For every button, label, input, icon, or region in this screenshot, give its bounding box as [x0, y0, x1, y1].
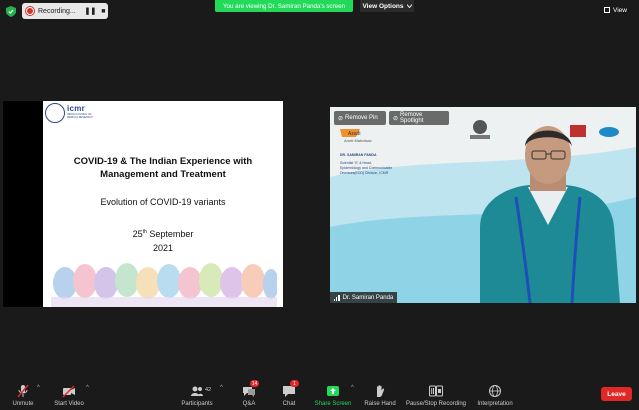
shared-screen: icmr INDIAN COUNCIL OF MEDICAL RESEARCH …: [3, 101, 283, 307]
participants-icon: 42: [190, 384, 211, 398]
remove-spotlight-button[interactable]: ⊘ Remove Spotlight: [389, 111, 449, 125]
chat-icon: 1: [282, 380, 299, 398]
view-options-button[interactable]: View Options: [360, 0, 414, 12]
view-button[interactable]: View: [604, 4, 634, 16]
screen-share-banner: You are viewing Dr. Samiran Panda's scre…: [215, 0, 353, 12]
slide-date: 25th September 2021: [43, 228, 283, 255]
qa-badge: 14: [250, 380, 259, 387]
spotlight-icon: ⊘: [393, 115, 399, 122]
qa-label: Q&A: [242, 401, 256, 407]
slide-title-line1: COVID-19 & The Indian Experience with: [73, 156, 253, 167]
qa-button[interactable]: 14 Q&A: [236, 378, 262, 410]
remove-spotlight-label: Remove Spotlight: [400, 112, 424, 124]
remove-pin-label: Remove Pin: [345, 115, 378, 121]
start-video-label: Start Video: [54, 401, 84, 407]
view-options-label: View Options: [362, 2, 404, 10]
participants-button[interactable]: 42 Participants: [178, 378, 216, 410]
recording-controls: ❚❚ ■: [82, 3, 108, 19]
slide-subtitle: Evolution of COVID-19 variants: [100, 197, 226, 207]
chat-button[interactable]: 1 Chat: [276, 378, 302, 410]
start-video-button[interactable]: Start Video: [50, 378, 88, 410]
icmr-logo: icmr INDIAN COUNCIL OF MEDICAL RESEARCH: [45, 103, 97, 127]
chat-label: Chat: [282, 401, 296, 407]
amrit-mahotsav-text: Amrit Mahotsav: [344, 138, 372, 143]
emblem-icon: [45, 103, 65, 123]
chat-badge: 1: [290, 380, 299, 387]
azadi-logo-text: Azadi: [348, 131, 361, 137]
share-screen-icon: [327, 386, 339, 396]
video-camera-off-icon: [62, 385, 75, 398]
masked-faces-illustration: [51, 263, 277, 307]
slide-title: COVID-19 & The Indian Experience with Ma…: [43, 155, 283, 182]
participant-name-tag: Dr. Samiran Panda: [330, 292, 398, 303]
share-caret-icon[interactable]: ^: [351, 385, 354, 391]
participant-name: Dr. Samiran Panda: [342, 294, 394, 301]
date-month: September: [149, 229, 194, 239]
unmute-button[interactable]: Unmute: [6, 378, 40, 410]
participants-label: Participants: [181, 401, 213, 407]
participants-count: 42: [205, 387, 212, 393]
date-suffix: th: [142, 229, 147, 235]
bg-speaker-role2: Epidemiology and Communicable: [340, 166, 393, 170]
signal-icon: [334, 294, 340, 301]
unmute-label: Unmute: [12, 401, 34, 407]
logo-text: icmr: [67, 104, 86, 113]
interpretation-button[interactable]: Interpretation: [474, 378, 516, 410]
audio-caret-icon[interactable]: ^: [37, 385, 40, 391]
recording-label: Recording...: [38, 7, 76, 15]
view-label: View: [613, 6, 627, 14]
interpretation-label: Interpretation: [477, 401, 513, 407]
microphone-muted-icon: [17, 384, 29, 398]
participant-video[interactable]: Azadi Amrit Mahotsav DR. SAMIRAN PANDA S…: [330, 107, 636, 303]
raise-hand-label: Raise Hand: [364, 401, 396, 407]
leave-button[interactable]: Leave: [601, 387, 632, 401]
bg-speaker-name: DR. SAMIRAN PANDA: [340, 153, 377, 157]
chevron-down-icon: [406, 4, 412, 8]
stop-recording-icon[interactable]: ■: [101, 8, 105, 15]
bg-speaker-role3: Diseases(ECD) Division, ICMR: [340, 171, 389, 175]
pause-stop-icon: [429, 385, 443, 397]
video-background: [330, 107, 636, 303]
logo-subtext: INDIAN COUNCIL OF MEDICAL RESEARCH: [67, 113, 93, 119]
record-icon: [26, 7, 34, 15]
qa-icon: 14: [242, 380, 259, 398]
grid-icon: [604, 7, 610, 13]
remove-pin-button[interactable]: ⊘ Remove Pin: [334, 111, 386, 125]
bg-speaker-role1: Scientist 'G' & Head,: [340, 161, 372, 165]
hand-icon: [377, 385, 385, 397]
slide-title-line2: Management and Treatment: [100, 169, 226, 181]
meeting-toolbar: Unmute ^ Start Video ^ 42 Participants ^…: [0, 378, 639, 410]
pause-stop-recording-button[interactable]: Pause/Stop Recording: [405, 378, 467, 410]
presentation-slide: icmr INDIAN COUNCIL OF MEDICAL RESEARCH …: [43, 101, 283, 307]
share-screen-button[interactable]: Share Screen: [313, 378, 353, 410]
participants-caret-icon[interactable]: ^: [220, 385, 223, 391]
shield-icon[interactable]: [6, 6, 16, 17]
pause-stop-recording-label: Pause/Stop Recording: [405, 401, 467, 407]
raise-hand-button[interactable]: Raise Hand: [362, 378, 398, 410]
date-day: 25: [132, 229, 143, 239]
globe-icon: [489, 385, 501, 397]
pause-recording-icon[interactable]: ❚❚: [85, 7, 97, 15]
video-caret-icon[interactable]: ^: [86, 385, 89, 391]
share-screen-label: Share Screen: [314, 401, 352, 407]
pin-icon: ⊘: [338, 115, 344, 122]
zoom-meeting-window: Recording... ❚❚ ■ You are viewing Dr. Sa…: [0, 0, 639, 410]
